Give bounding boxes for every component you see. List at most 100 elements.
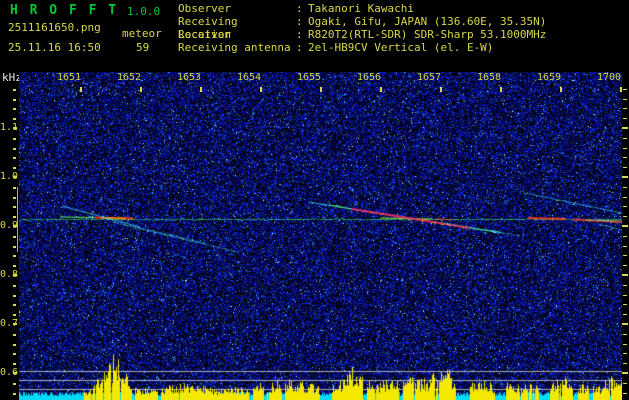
- freq-minor-tick-left: [13, 148, 16, 150]
- freq-minor-tick-right: [623, 236, 627, 237]
- time-tick: [320, 87, 322, 92]
- freq-major-tick-left: [13, 372, 17, 374]
- info-colon: :: [296, 28, 303, 41]
- freq-minor-tick-right: [623, 393, 627, 394]
- freq-major-tick-left: [13, 127, 17, 129]
- time-tick: [80, 87, 82, 92]
- freq-tick-label: 0.8: [0, 269, 19, 280]
- time-tick-label: 1700: [596, 72, 622, 83]
- time-tick: [380, 87, 382, 92]
- time-tick-label: 1657: [416, 72, 442, 83]
- info-value: R820T2(RTL-SDR) SDR-Sharp 53.1000MHz: [308, 28, 547, 41]
- frame-datetime: 25.11.16 16:50: [8, 41, 101, 54]
- time-tick-label: 1655: [296, 72, 322, 83]
- info-label: Receiver: [178, 28, 231, 41]
- info-label: Observer: [178, 2, 231, 15]
- info-value: 2el-HB9CV Vertical (el. E-W): [308, 41, 494, 54]
- freq-major-tick-left: [13, 176, 17, 178]
- freq-tick-label: 0.7: [0, 318, 19, 329]
- freq-minor-tick-left: [13, 118, 16, 120]
- info-colon: :: [296, 2, 303, 15]
- freq-minor-tick-right: [623, 89, 627, 90]
- echo-count: 59: [136, 41, 150, 54]
- info-colon: :: [296, 41, 303, 54]
- freq-minor-tick-left: [13, 206, 16, 208]
- info-row: Receiving antenna:2el-HB9CV Vertical (el…: [178, 41, 546, 54]
- freq-minor-tick-right: [623, 363, 627, 364]
- output-filename: 2511161650.png: [8, 21, 101, 34]
- freq-minor-tick-left: [13, 383, 16, 385]
- info-colon: :: [296, 15, 303, 28]
- time-tick-label: 1654: [236, 72, 262, 83]
- time-tick-label: 1658: [476, 72, 502, 83]
- freq-minor-tick-right: [623, 304, 627, 305]
- freq-major-tick-right: [622, 225, 628, 227]
- freq-minor-tick-right: [623, 206, 627, 207]
- freq-minor-tick-right: [623, 197, 627, 198]
- freq-minor-tick-right: [623, 314, 627, 315]
- info-label: Receiving antenna: [178, 41, 291, 54]
- freq-minor-tick-right: [623, 157, 627, 158]
- freq-major-tick-right: [622, 323, 628, 325]
- freq-minor-tick-right: [623, 99, 627, 100]
- freq-minor-tick-left: [13, 255, 16, 257]
- time-tick: [200, 87, 202, 92]
- mode-label: meteor: [122, 27, 162, 40]
- freq-minor-tick-right: [623, 344, 627, 345]
- freq-minor-tick-left: [13, 393, 16, 395]
- time-tick: [140, 87, 142, 92]
- info-row: Receiver: R820T2(RTL-SDR) SDR-Sharp 53.10…: [178, 28, 546, 41]
- freq-tick-label: 0.9: [0, 220, 19, 231]
- time-tick-label: 1656: [356, 72, 382, 83]
- freq-major-tick-left: [13, 323, 17, 325]
- observer-info-table: Observer: Takanori Kawachi Receiving Locat…: [178, 2, 546, 54]
- freq-major-tick-left: [13, 274, 17, 276]
- freq-minor-tick-left: [13, 187, 16, 189]
- freq-major-tick-right: [622, 127, 628, 129]
- freq-minor-tick-left: [13, 363, 16, 365]
- freq-tick-label: 0.6: [0, 367, 19, 378]
- freq-minor-tick-left: [13, 108, 16, 110]
- freq-major-tick-right: [622, 372, 628, 374]
- freq-minor-tick-right: [623, 265, 627, 266]
- freq-minor-tick-left: [13, 216, 16, 218]
- freq-minor-tick-left: [13, 295, 16, 297]
- freq-minor-tick-left: [13, 304, 16, 306]
- freq-minor-tick-left: [13, 89, 16, 91]
- freq-major-tick-right: [622, 274, 628, 276]
- info-row: Receiving Location: Ogaki, Gifu, JAPAN (1…: [178, 15, 546, 41]
- freq-minor-tick-left: [13, 314, 16, 316]
- freq-minor-tick-left: [13, 334, 16, 336]
- freq-minor-tick-right: [623, 295, 627, 296]
- time-tick-label: 1652: [116, 72, 142, 83]
- freq-minor-tick-left: [13, 167, 16, 169]
- freq-minor-tick-left: [13, 285, 16, 287]
- freq-minor-tick-right: [623, 383, 627, 384]
- info-row: Observer: Takanori Kawachi: [178, 2, 546, 15]
- freq-minor-tick-right: [623, 118, 627, 119]
- freq-minor-tick-left: [13, 138, 16, 140]
- freq-tick-label: 1.1: [0, 122, 19, 133]
- freq-minor-tick-right: [623, 148, 627, 149]
- freq-minor-tick-right: [623, 353, 627, 354]
- freq-minor-tick-right: [623, 246, 627, 247]
- time-tick: [260, 87, 262, 92]
- freq-minor-tick-left: [13, 99, 16, 101]
- info-label: Receiving Location: [178, 15, 238, 41]
- hrofft-window: H R O F F T 1.0.0 2511161650.png meteor …: [0, 0, 629, 400]
- freq-major-tick-right: [622, 176, 628, 178]
- freq-minor-tick-right: [623, 216, 627, 217]
- freq-minor-tick-right: [623, 334, 627, 335]
- app-title: H R O F F T: [10, 3, 119, 18]
- time-tick: [620, 87, 622, 92]
- freq-minor-tick-right: [623, 138, 627, 139]
- freq-minor-tick-left: [13, 246, 16, 248]
- freq-minor-tick-right: [623, 285, 627, 286]
- time-tick: [500, 87, 502, 92]
- freq-minor-tick-right: [623, 255, 627, 256]
- spectrogram-canvas: [19, 72, 622, 400]
- freq-tick-label: 1.0: [0, 171, 19, 182]
- freq-minor-tick-left: [13, 157, 16, 159]
- freq-minor-tick-right: [623, 167, 627, 168]
- time-tick-label: 1653: [176, 72, 202, 83]
